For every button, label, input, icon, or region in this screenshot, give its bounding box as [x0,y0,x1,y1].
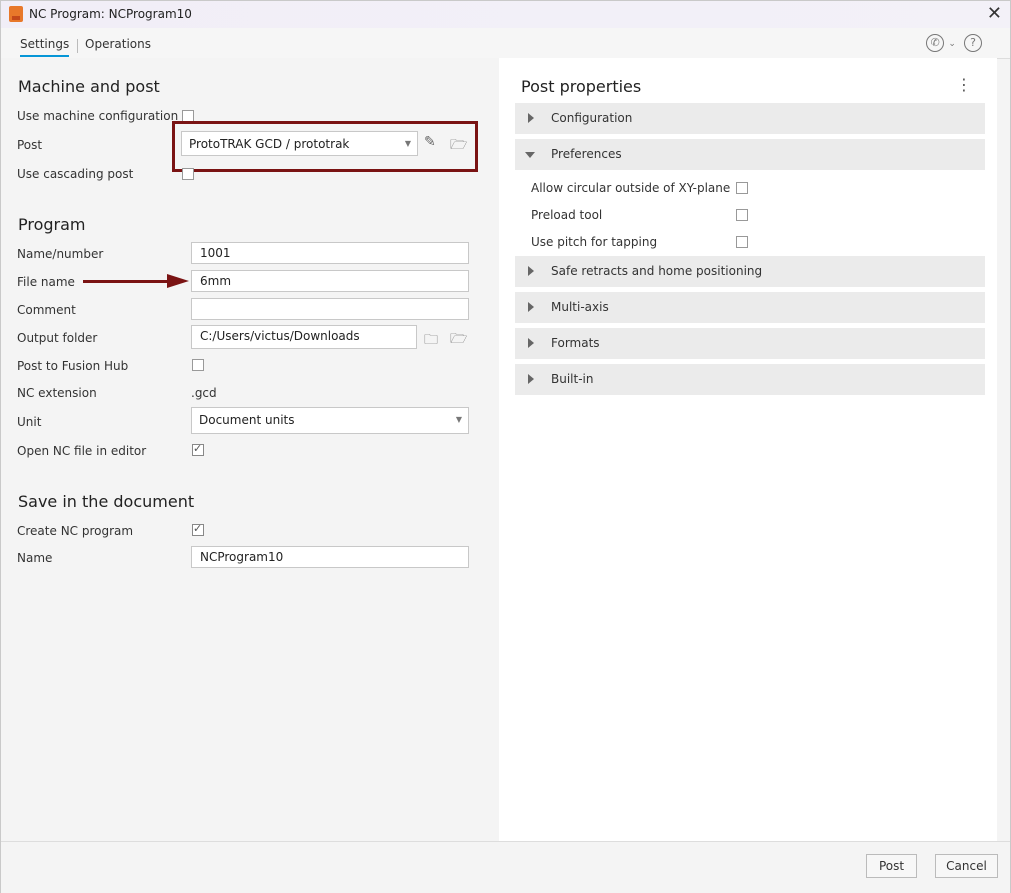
collapse-arrow-icon [525,152,535,158]
group-safe-retracts[interactable]: Safe retracts and home positioning [515,256,985,287]
phone-support-icon[interactable]: ✆ [926,34,945,52]
group-built-in[interactable]: Built-in [515,364,985,395]
group-label: Preferences [551,147,622,161]
expand-arrow-icon [528,338,534,348]
expand-arrow-icon [528,302,534,312]
post-highlight-box [172,121,478,172]
pref-use-pitch-checkbox[interactable] [736,236,748,248]
group-configuration[interactable]: Configuration [515,103,985,134]
view-folder-icon[interactable]: 🗀 [424,329,438,353]
nc-extension-label: NC extension [17,386,97,400]
program-heading: Program [18,215,86,234]
open-nc-file-checkbox[interactable] [192,442,204,456]
file-name-input[interactable]: 6mm [191,270,469,292]
file-name-label: File name [17,275,75,289]
output-folder-input[interactable]: C:/Users/victus/Downloads [191,325,417,349]
machine-and-post-heading: Machine and post [18,77,160,96]
group-label: Safe retracts and home positioning [551,264,763,278]
output-folder-label: Output folder [17,331,98,345]
group-formats[interactable]: Formats [515,328,985,359]
post-properties-title: Post properties [521,77,642,96]
use-machine-configuration-label: Use machine configuration [17,109,179,123]
browse-folder-icon[interactable]: 🗁 [450,328,467,352]
post-label: Post [17,138,43,152]
pref-allow-circular-label: Allow circular outside of XY-plane [531,181,731,195]
comment-input[interactable] [191,298,469,320]
nc-program-dialog: NC Program: NCProgram10 ✕ Settings Opera… [0,0,1011,893]
unit-select[interactable]: Document units ▼ [191,407,469,434]
annotation-arrow-head [167,274,189,288]
pref-preload-tool-label: Preload tool [531,208,603,222]
group-preferences[interactable]: Preferences [515,139,985,170]
name-number-input[interactable]: 1001 [191,242,469,264]
dialog-footer [1,841,1010,893]
pref-preload-tool-checkbox[interactable] [736,209,748,221]
fusion-app-icon [9,6,23,22]
expand-arrow-icon [528,374,534,384]
more-options-icon[interactable]: ⋮ [956,75,972,94]
post-to-fusion-hub-checkbox[interactable] [192,359,204,371]
help-icon[interactable]: ? [964,34,982,52]
group-label: Configuration [551,111,633,125]
open-nc-file-label: Open NC file in editor [17,444,147,458]
nc-extension-value: .gcd [191,386,217,400]
close-icon[interactable]: ✕ [987,3,1002,24]
document-name-input[interactable]: NCProgram10 [191,546,469,568]
pref-allow-circular-checkbox[interactable] [736,182,748,194]
unit-select-value: Document units [199,413,295,427]
name-number-label: Name/number [17,247,104,261]
tab-operations[interactable]: Operations [85,37,151,51]
save-in-document-heading: Save in the document [18,492,195,511]
dropdown-arrow-icon: ▼ [455,415,462,424]
help-icons: ✆ ⌄ ? [922,34,982,52]
post-properties-panel [499,58,997,841]
tab-bar: Settings Operations ✆ ⌄ ? [1,28,1010,59]
create-nc-program-label: Create NC program [17,524,134,538]
cancel-button[interactable]: Cancel [935,854,998,878]
chevron-down-icon[interactable]: ⌄ [948,39,956,49]
comment-label: Comment [17,303,76,317]
annotation-arrow [83,280,169,283]
title-bar: NC Program: NCProgram10 ✕ [1,1,1010,28]
tab-divider [77,39,78,53]
use-cascading-post-label: Use cascading post [17,167,134,181]
pref-use-pitch-label: Use pitch for tapping [531,235,658,249]
post-to-fusion-hub-label: Post to Fusion Hub [17,359,129,373]
expand-arrow-icon [528,113,534,123]
group-multi-axis[interactable]: Multi-axis [515,292,985,323]
group-label: Multi-axis [551,300,609,314]
window-title: NC Program: NCProgram10 [29,7,192,21]
expand-arrow-icon [528,266,534,276]
unit-label: Unit [17,415,42,429]
group-label: Formats [551,336,600,350]
group-label: Built-in [551,372,594,386]
document-name-label: Name [17,551,53,565]
post-button[interactable]: Post [866,854,917,878]
tab-settings[interactable]: Settings [20,37,70,57]
create-nc-program-checkbox[interactable] [192,522,204,536]
use-cascading-post-checkbox[interactable] [182,168,194,180]
